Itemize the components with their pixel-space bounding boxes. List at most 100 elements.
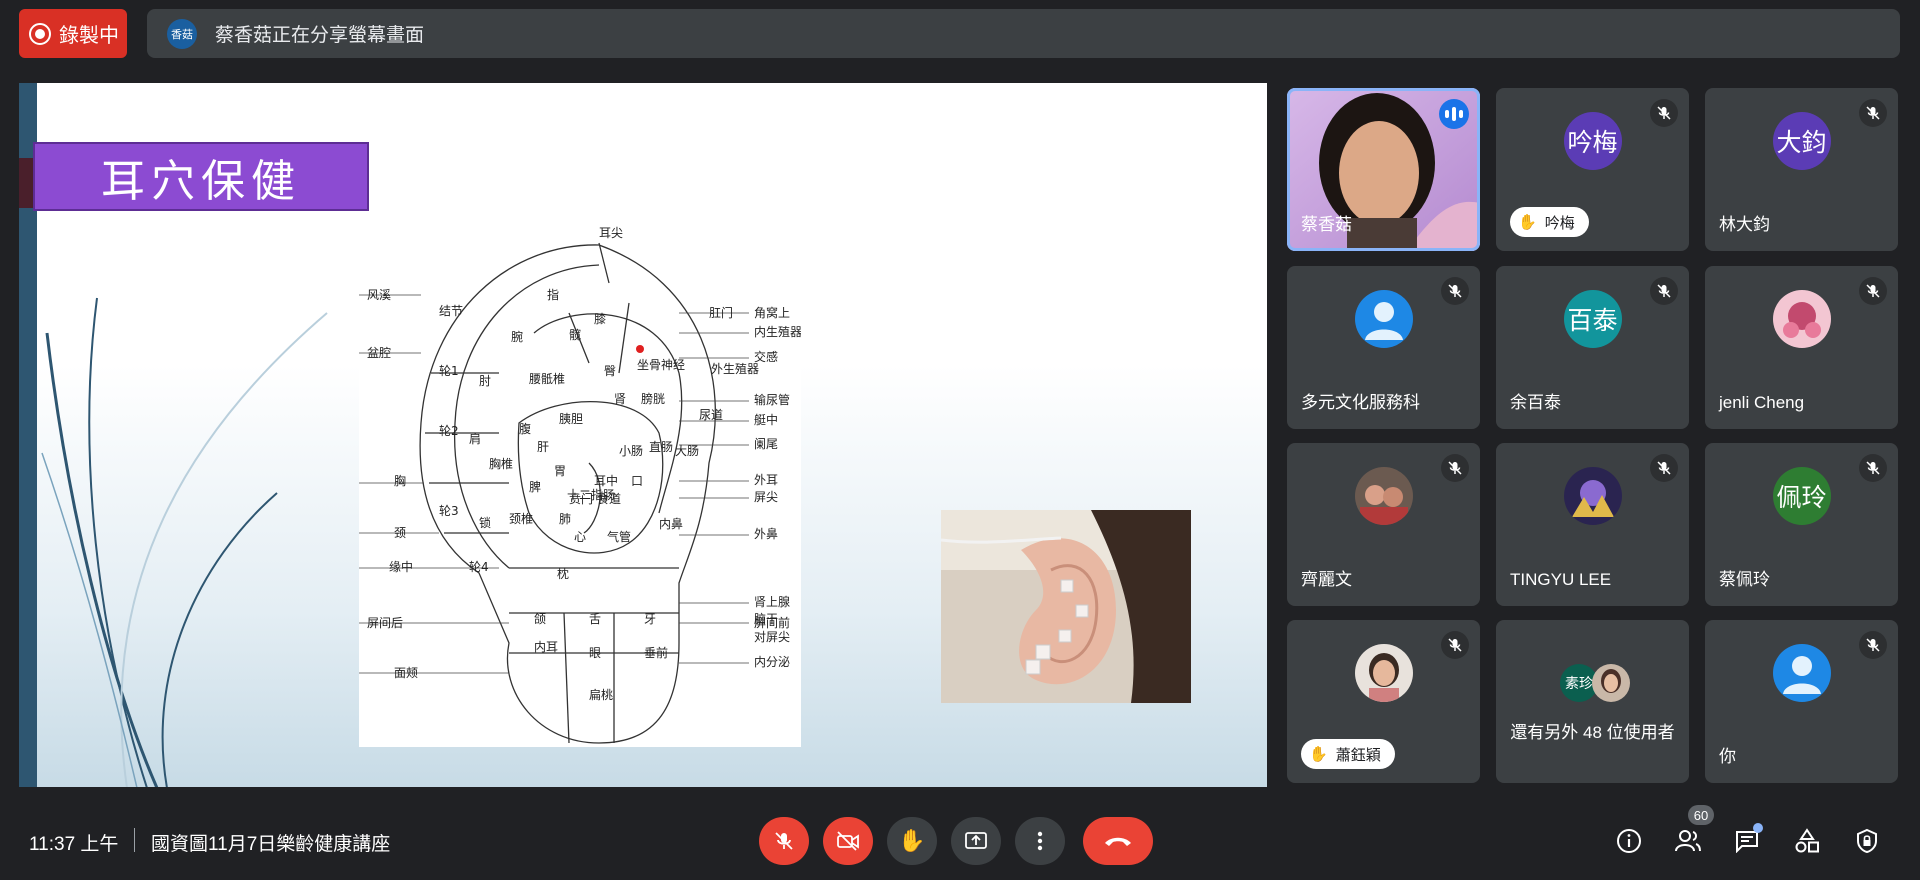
ear-point-label: 颈 bbox=[394, 526, 406, 540]
ear-point-label: 枕 bbox=[557, 566, 569, 581]
mic-muted-icon bbox=[1650, 277, 1678, 305]
ear-point-label: 外生殖器 bbox=[711, 361, 759, 376]
ear-point-label: 耳中 bbox=[594, 473, 618, 488]
ear-point-label: 缘中 bbox=[389, 559, 413, 574]
participant-name: 余百泰 bbox=[1510, 393, 1561, 412]
more-options-button[interactable] bbox=[1015, 817, 1065, 865]
participant-tile[interactable]: 吟梅 ✋ 吟梅 bbox=[1496, 88, 1689, 251]
ear-point-label: 腹 bbox=[519, 422, 531, 436]
ear-acupoint-chart: 耳尖 风溪 结节 指膝 肛门 角窝上 内生殖器 盆腔 腕 髋坐骨神经 外生殖器 交感 轮1 肘 腰骶椎 臀输尿… bbox=[359, 223, 802, 747]
ear-point-label: 臀 bbox=[604, 364, 616, 378]
ear-point-label: 外鼻 bbox=[754, 526, 778, 541]
mic-muted-icon bbox=[1441, 277, 1469, 305]
raise-hand-icon: ✋ bbox=[898, 828, 926, 853]
participant-name: 吟梅 bbox=[1544, 214, 1575, 232]
default-user-avatar-icon bbox=[1354, 290, 1413, 348]
divider bbox=[134, 828, 135, 852]
ear-point-label: 口 bbox=[631, 474, 643, 488]
ear-point-label: 肾 bbox=[614, 392, 626, 406]
recording-label: 錄製中 bbox=[59, 25, 119, 47]
ear-point-label: 内鼻 bbox=[659, 516, 683, 531]
ear-point-label: 食道 bbox=[597, 491, 621, 506]
ear-point-label: 颌 bbox=[534, 611, 546, 626]
mini-photo-avatar bbox=[1592, 664, 1630, 702]
mic-muted-icon bbox=[1441, 454, 1469, 482]
profile-photo-avatar bbox=[1563, 467, 1622, 525]
mic-muted-icon bbox=[1859, 277, 1887, 305]
ear-point-label: 颈椎 bbox=[509, 511, 533, 526]
leave-call-button[interactable] bbox=[1083, 817, 1153, 865]
ear-point-label: 轮4 bbox=[469, 560, 489, 574]
ear-point-label: 内生殖器 bbox=[754, 324, 801, 339]
people-icon bbox=[1675, 830, 1701, 852]
ear-point-label: 眼 bbox=[589, 646, 601, 660]
presenter-avatar: 香菇 bbox=[167, 18, 197, 49]
participant-tile[interactable]: jenli Cheng bbox=[1705, 266, 1898, 429]
ear-point-label: 艇中 bbox=[754, 412, 778, 427]
participant-tile[interactable]: TINGYU LEE bbox=[1496, 443, 1689, 606]
activities-icon bbox=[1795, 828, 1819, 853]
ear-point-label: 面颊 bbox=[394, 666, 418, 680]
participant-tile[interactable]: 百泰 余百泰 bbox=[1496, 266, 1689, 429]
profile-photo-avatar bbox=[1354, 467, 1413, 525]
ear-point-label: 肛门 bbox=[709, 305, 733, 320]
meeting-title: 國資圖11月7日樂齡健康講座 bbox=[151, 834, 391, 855]
decorative-swoosh bbox=[41, 297, 328, 787]
participant-name: TINGYU LEE bbox=[1510, 570, 1612, 589]
host-controls-icon bbox=[1857, 828, 1877, 854]
mic-muted-icon bbox=[1859, 454, 1887, 482]
speaking-indicator-icon bbox=[1439, 99, 1469, 129]
ear-point-label: 屏间后 bbox=[367, 616, 403, 630]
camera-toggle-button[interactable] bbox=[823, 817, 873, 865]
ear-point-label: 外耳 bbox=[754, 473, 778, 487]
ear-point-label: 轮2 bbox=[439, 424, 459, 438]
participant-tile-self-presenter[interactable]: 蔡香菇 bbox=[1287, 88, 1480, 251]
raise-hand-icon: ✋ bbox=[1309, 746, 1328, 763]
ear-point-label: 直肠 bbox=[649, 440, 673, 454]
ear-point-label: 肺 bbox=[559, 512, 571, 526]
ear-point-label: 肝 bbox=[537, 440, 549, 454]
people-count-badge: 60 bbox=[1688, 805, 1714, 825]
ear-point-label: 腰骶椎 bbox=[529, 371, 565, 386]
chat-notification-dot bbox=[1753, 823, 1763, 833]
raise-hand-button[interactable]: ✋ bbox=[887, 817, 937, 865]
ear-point-label: 肘 bbox=[479, 373, 491, 388]
ear-point-label: 胸 bbox=[394, 473, 406, 488]
host-controls-button[interactable] bbox=[1849, 823, 1885, 859]
raise-hand-icon: ✋ bbox=[1518, 214, 1537, 231]
ear-point-label: 屏尖 bbox=[754, 490, 778, 504]
screen-share-banner: 香菇 蔡香菇正在分享螢幕畫面 bbox=[147, 9, 1900, 58]
ear-point-label: 结节 bbox=[439, 304, 463, 318]
avatar: 佩玲 bbox=[1772, 467, 1831, 525]
info-icon bbox=[1617, 829, 1641, 853]
profile-photo-avatar bbox=[1772, 290, 1831, 348]
ear-point-label: 贲门 bbox=[569, 491, 593, 506]
ear-point-label: 心 bbox=[574, 530, 586, 544]
profile-photo-avatar bbox=[1354, 644, 1413, 702]
meeting-details-button[interactable] bbox=[1611, 823, 1647, 859]
ear-point-label: 腕 bbox=[511, 329, 523, 344]
recording-badge[interactable]: 錄製中 bbox=[19, 9, 127, 58]
participant-tile[interactable]: 多元文化服務科 bbox=[1287, 266, 1480, 429]
ear-point-label: 内分泌 bbox=[754, 655, 790, 669]
end-call-icon bbox=[1105, 837, 1131, 846]
ear-point-label: 对屏尖 bbox=[754, 630, 790, 644]
participant-tile-self[interactable]: 你 bbox=[1705, 620, 1898, 783]
participant-tile[interactable]: 齊麗文 bbox=[1287, 443, 1480, 606]
microphone-toggle-button[interactable] bbox=[759, 817, 809, 865]
activities-button[interactable] bbox=[1789, 823, 1825, 859]
people-button[interactable] bbox=[1670, 823, 1706, 859]
raised-hand-chip: ✋ 吟梅 bbox=[1510, 207, 1589, 237]
ear-point-label: 垂前 bbox=[644, 645, 668, 660]
present-now-button[interactable] bbox=[951, 817, 1001, 865]
more-participants-tile[interactable]: 素珍 還有另外 48 位使用者 bbox=[1496, 620, 1689, 783]
ear-point-label: 风溪 bbox=[367, 288, 391, 302]
participant-name: jenli Cheng bbox=[1719, 393, 1805, 412]
participant-tile[interactable]: 大鈞 林大鈞 bbox=[1705, 88, 1898, 251]
ear-point-label: 肾上腺 bbox=[754, 595, 790, 609]
participant-name: 你 bbox=[1719, 747, 1736, 766]
ear-acupressure-photo bbox=[941, 510, 1191, 703]
ear-point-label: 内耳 bbox=[534, 640, 558, 654]
participant-tile[interactable]: 佩玲 蔡佩玲 bbox=[1705, 443, 1898, 606]
participant-tile[interactable]: ✋ 蕭鈺穎 bbox=[1287, 620, 1480, 783]
